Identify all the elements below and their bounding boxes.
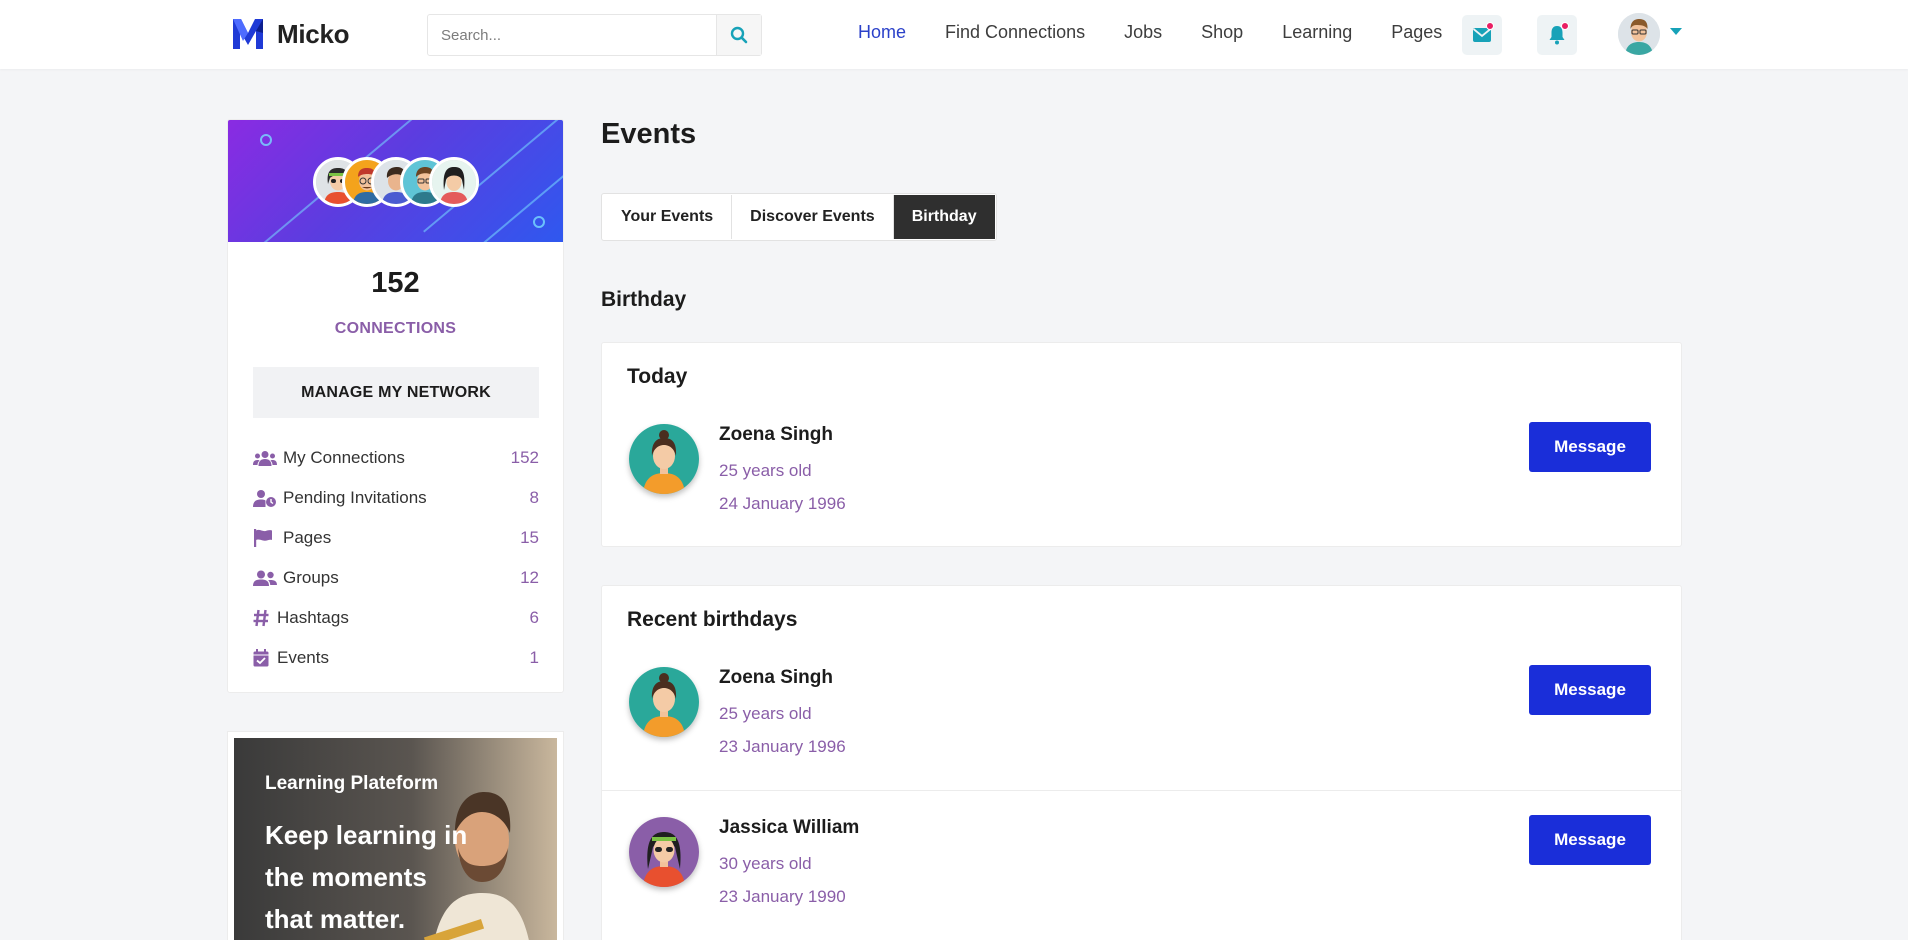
nav-learning[interactable]: Learning bbox=[1282, 22, 1352, 43]
ad-subtitle: Learning Plateform bbox=[265, 773, 439, 794]
person-avatar[interactable] bbox=[629, 817, 699, 887]
person-name[interactable]: Zoena Singh bbox=[719, 424, 833, 446]
notifications-badge bbox=[1561, 22, 1569, 30]
sidebar-item-count: 1 bbox=[529, 648, 539, 667]
main-nav: Home Find Connections Jobs Shop Learning… bbox=[858, 22, 1481, 43]
person-name[interactable]: Jassica William bbox=[719, 817, 859, 839]
network-menu: My Connections 152 Pending Invitations 8… bbox=[253, 438, 539, 678]
person-avatar[interactable] bbox=[629, 424, 699, 494]
tab-discover-events[interactable]: Discover Events bbox=[732, 195, 894, 239]
message-button[interactable]: Message bbox=[1529, 815, 1651, 865]
nav-pages[interactable]: Pages bbox=[1391, 22, 1442, 43]
sidebar-item-label: Pending Invitations bbox=[283, 488, 427, 507]
tab-birthday[interactable]: Birthday bbox=[893, 195, 995, 239]
nav-jobs[interactable]: Jobs bbox=[1124, 22, 1162, 43]
sidebar-item-groups[interactable]: Groups 12 bbox=[253, 558, 539, 598]
learning-ad-card[interactable]: Learning Plateform Keep learning in the … bbox=[227, 731, 564, 940]
learning-ad-image: Learning Plateform Keep learning in the … bbox=[234, 738, 557, 940]
user-avatar-icon bbox=[1618, 13, 1660, 55]
connections-card: 152 CONNECTIONS MANAGE MY NETWORK My Con… bbox=[227, 119, 564, 693]
user-avatar[interactable] bbox=[1618, 13, 1660, 55]
person-age: 25 years old bbox=[719, 704, 812, 723]
nav-shop[interactable]: Shop bbox=[1201, 22, 1243, 43]
sidebar-item-count: 8 bbox=[529, 488, 539, 507]
nav-find-connections[interactable]: Find Connections bbox=[945, 22, 1085, 43]
person-birth-date: 23 January 1996 bbox=[719, 737, 846, 756]
row-divider bbox=[602, 790, 1681, 791]
connections-count: 152 bbox=[371, 267, 420, 299]
person-avatar[interactable] bbox=[629, 667, 699, 737]
page-title: Events bbox=[601, 118, 697, 150]
person-birth-date: 23 January 1990 bbox=[719, 887, 846, 906]
notifications-button[interactable] bbox=[1537, 15, 1577, 55]
sidebar-item-count: 12 bbox=[520, 568, 539, 587]
messages-badge bbox=[1486, 22, 1494, 30]
message-button[interactable]: Message bbox=[1529, 665, 1651, 715]
search-button[interactable] bbox=[716, 15, 761, 55]
sidebar-item-events[interactable]: Events 1 bbox=[253, 638, 539, 678]
sidebar-item-hashtags[interactable]: Hashtags 6 bbox=[253, 598, 539, 638]
connection-avatar bbox=[429, 157, 479, 207]
person-age: 30 years old bbox=[719, 854, 812, 873]
person-birth-date: 24 January 1996 bbox=[719, 494, 846, 513]
events-tabs: Your Events Discover Events Birthday bbox=[601, 193, 997, 241]
micko-logo-icon bbox=[233, 19, 263, 49]
users-icon bbox=[253, 451, 277, 466]
profile-banner bbox=[228, 120, 563, 242]
nav-home[interactable]: Home bbox=[858, 22, 906, 43]
sidebar-item-count: 15 bbox=[520, 528, 539, 547]
sidebar-item-pages[interactable]: Pages 15 bbox=[253, 518, 539, 558]
recent-birthdays-card: Recent birthdays Zoena Singh 25 years ol… bbox=[601, 585, 1682, 940]
ad-title: Keep learning in the moments that matter… bbox=[265, 820, 468, 934]
person-name[interactable]: Zoena Singh bbox=[719, 667, 833, 689]
logo-text: Micko bbox=[277, 18, 350, 49]
person-avatar-icon bbox=[629, 817, 699, 887]
sidebar-item-label: Hashtags bbox=[277, 608, 349, 627]
user-clock-icon bbox=[253, 490, 276, 507]
sidebar-item-pending-invitations[interactable]: Pending Invitations 8 bbox=[253, 478, 539, 518]
tab-your-events[interactable]: Your Events bbox=[603, 195, 733, 239]
today-birthdays-card: Today Zoena Singh 25 years old 24 Januar… bbox=[601, 342, 1682, 547]
card-title: Today bbox=[627, 365, 688, 388]
sidebar-item-label: Events bbox=[277, 648, 329, 667]
sidebar-item-my-connections[interactable]: My Connections 152 bbox=[253, 438, 539, 478]
sidebar-item-label: Groups bbox=[283, 568, 339, 587]
search-icon bbox=[730, 26, 748, 44]
sidebar-item-count: 152 bbox=[510, 448, 539, 467]
person-avatar-icon bbox=[629, 667, 699, 737]
connection-avatars bbox=[313, 157, 479, 207]
person-avatar-icon bbox=[629, 424, 699, 494]
flag-icon bbox=[254, 529, 272, 547]
message-button[interactable]: Message bbox=[1529, 422, 1651, 472]
card-title: Recent birthdays bbox=[627, 608, 798, 631]
connections-label: CONNECTIONS bbox=[334, 320, 457, 337]
sidebar-item-count: 6 bbox=[529, 608, 539, 627]
sidebar-item-label: Pages bbox=[283, 528, 332, 547]
messages-button[interactable] bbox=[1462, 15, 1502, 55]
user-group-icon bbox=[253, 570, 277, 586]
search-input[interactable] bbox=[428, 15, 716, 55]
person-age: 25 years old bbox=[719, 461, 812, 480]
search-box bbox=[427, 14, 762, 56]
sidebar-item-label: My Connections bbox=[283, 448, 405, 467]
hashtag-icon bbox=[253, 609, 269, 627]
account-menu-caret-icon[interactable] bbox=[1670, 28, 1682, 35]
brand-logo[interactable]: Micko bbox=[227, 13, 349, 55]
manage-network-button[interactable]: MANAGE MY NETWORK bbox=[253, 367, 539, 418]
section-title: Birthday bbox=[601, 288, 687, 311]
calendar-check-icon bbox=[253, 649, 269, 667]
top-header: Micko Home Find Connections Jobs Shop Le… bbox=[0, 0, 1908, 69]
